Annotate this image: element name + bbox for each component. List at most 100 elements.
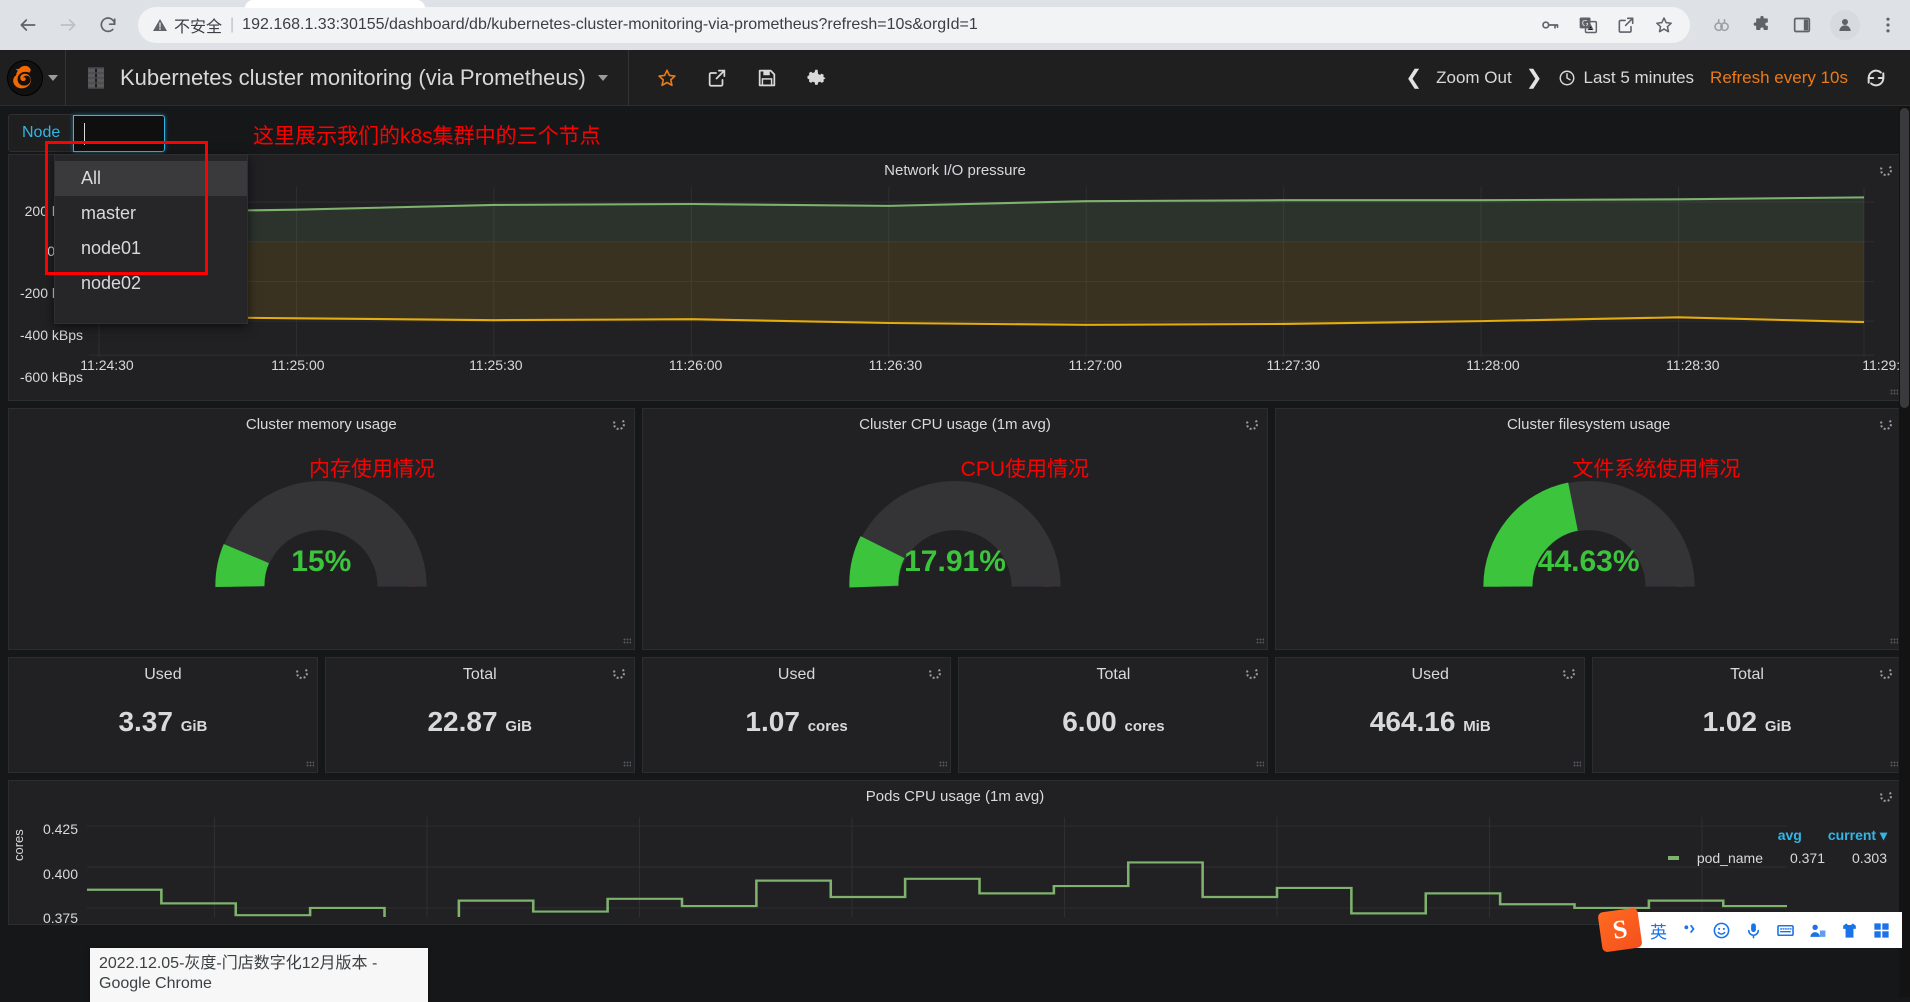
panel-resize-handle[interactable]: [1890, 761, 1898, 769]
refresh-interval-label[interactable]: Refresh every 10s: [1710, 68, 1848, 88]
stat-value: 1.07 cores: [643, 706, 951, 738]
save-icon: [756, 67, 778, 89]
time-shift-forward-icon[interactable]: ❯: [1526, 68, 1543, 88]
legend-col-avg[interactable]: avg: [1778, 827, 1802, 844]
stat-title: Used: [1276, 658, 1584, 684]
browser-menu-button[interactable]: [1876, 13, 1900, 37]
chevron-down-icon[interactable]: [48, 75, 58, 81]
time-range-picker[interactable]: Last 5 minutes: [1558, 68, 1694, 88]
panel-resize-handle[interactable]: [1256, 761, 1264, 769]
pods-legend[interactable]: avg current ▾ pod_name 0.371 0.303: [1668, 827, 1887, 866]
panel-cluster-filesystem-usage[interactable]: Cluster filesystem usage 44.63% 文件系统使用情况: [1275, 408, 1902, 650]
panel-cpu-used[interactable]: Used 1.07 cores: [642, 657, 952, 773]
x-tick: 11:24:30: [80, 357, 133, 373]
page-scrollbar[interactable]: [1899, 106, 1910, 997]
legend-col-current[interactable]: current ▾: [1828, 827, 1887, 844]
forward-arrow-icon: [58, 15, 78, 35]
time-shift-back-icon[interactable]: ❮: [1405, 68, 1422, 88]
share-icon: [706, 67, 728, 89]
variable-option-node02[interactable]: node02: [55, 266, 247, 301]
panel-resize-handle[interactable]: [623, 761, 631, 769]
browser-tab-stub[interactable]: [245, 0, 425, 8]
stat-unit: MiB: [1463, 718, 1491, 735]
emoji-icon[interactable]: [1712, 921, 1731, 940]
panel-pods-cpu-usage[interactable]: Pods CPU usage (1m avg) 0.425 0.400 0.37…: [8, 780, 1902, 925]
translate-button[interactable]: G: [1576, 13, 1600, 37]
loading-spinner-icon: [613, 667, 625, 679]
time-range-label: Last 5 minutes: [1583, 68, 1694, 88]
panel-resize-handle[interactable]: [1573, 761, 1581, 769]
punctuation-icon[interactable]: [1680, 921, 1699, 940]
legend-header[interactable]: avg current ▾: [1668, 827, 1887, 844]
share-dashboard-button[interactable]: [705, 66, 729, 90]
skin-icon[interactable]: [1840, 921, 1859, 940]
variable-input-node[interactable]: [73, 115, 165, 152]
panel-memory-used[interactable]: Used 3.37 GiB: [8, 657, 318, 773]
zoom-out-label[interactable]: Zoom Out: [1436, 68, 1512, 88]
profile-button[interactable]: [1830, 10, 1860, 40]
save-dashboard-button[interactable]: [755, 66, 779, 90]
network-chart[interactable]: 200 kBps 0 Bps -200 kBps -400 kBps -600 …: [9, 179, 1901, 379]
star-icon: [656, 67, 678, 89]
stat-title: Used: [9, 658, 317, 684]
share-button[interactable]: [1614, 13, 1638, 37]
ime-mode-toggle[interactable]: 英: [1650, 918, 1667, 943]
apps-icon[interactable]: [1872, 921, 1891, 940]
panel-cluster-memory-usage[interactable]: Cluster memory usage 15% 内存使用情况: [8, 408, 635, 650]
sogou-logo-icon[interactable]: S: [1597, 907, 1642, 952]
address-bar[interactable]: 不安全 | 192.168.1.33:30155/dashboard/db/ku…: [138, 7, 1690, 43]
keyboard-icon[interactable]: [1776, 921, 1795, 940]
reload-button[interactable]: [90, 7, 126, 43]
variable-option-node01[interactable]: node01: [55, 231, 247, 266]
stat-unit: GiB: [505, 718, 532, 735]
microphone-icon[interactable]: [1744, 921, 1763, 940]
key-icon: [1540, 15, 1560, 35]
panel-filesystem-total[interactable]: Total 1.02 GiB: [1592, 657, 1902, 773]
panel-resize-handle[interactable]: [306, 761, 314, 769]
dashboard-settings-button[interactable]: [805, 66, 829, 90]
rewards-button[interactable]: [1710, 13, 1734, 37]
user-icon[interactable]: [1808, 921, 1827, 940]
panel-resize-handle[interactable]: [939, 761, 947, 769]
chevron-down-icon[interactable]: [598, 75, 608, 81]
gauge-value-cpu: 17.91%: [904, 545, 1006, 579]
panel-resize-handle[interactable]: [1890, 389, 1898, 397]
pods-chart[interactable]: 0.425 0.400 0.375 cores: [9, 805, 1901, 915]
panel-filesystem-used[interactable]: Used 464.16 MiB: [1275, 657, 1585, 773]
legend-item[interactable]: pod_name 0.371 0.303: [1668, 850, 1887, 866]
stat-title: Used: [643, 658, 951, 684]
panel-resize-handle[interactable]: [1256, 638, 1264, 646]
legend-series-name[interactable]: pod_name: [1697, 850, 1763, 866]
insecure-indicator[interactable]: 不安全: [152, 13, 222, 37]
dashboard-title-block[interactable]: Kubernetes cluster monitoring (via Prome…: [66, 50, 629, 106]
star-dashboard-button[interactable]: [655, 66, 679, 90]
password-key-button[interactable]: [1538, 13, 1562, 37]
refresh-button[interactable]: [1864, 66, 1888, 90]
extensions-button[interactable]: [1750, 13, 1774, 37]
panel-network-io-pressure[interactable]: Network I/O pressure 200 kBps 0 Bps -200…: [8, 154, 1902, 401]
panel-resize-handle[interactable]: [623, 638, 631, 646]
page-title: Kubernetes cluster monitoring (via Prome…: [120, 65, 586, 91]
panel-cluster-cpu-usage[interactable]: Cluster CPU usage (1m avg) 17.91% CPU使用情…: [642, 408, 1269, 650]
template-variable-row: Node All master node01 node02 这里展示我们的k8s…: [0, 106, 1910, 154]
variable-option-master[interactable]: master: [55, 196, 247, 231]
star-icon: [1654, 15, 1674, 35]
stat-value: 3.37 GiB: [9, 706, 317, 738]
y-tick: 0.400: [43, 866, 78, 882]
grafana-home-button[interactable]: [0, 50, 66, 106]
zoom-out-controls[interactable]: ❮ Zoom Out ❯: [1405, 68, 1542, 88]
side-panel-button[interactable]: [1790, 13, 1814, 37]
gauge-filesystem: 44.63% 文件系统使用情况: [1276, 433, 1901, 633]
bookmark-star-button[interactable]: [1652, 13, 1676, 37]
sogou-ime-toolbar[interactable]: S 英: [1608, 912, 1902, 948]
panel-memory-total[interactable]: Total 22.87 GiB: [325, 657, 635, 773]
forward-button[interactable]: [50, 7, 86, 43]
variable-option-all[interactable]: All: [55, 161, 247, 196]
back-arrow-icon: [18, 15, 38, 35]
variable-dropdown-menu[interactable]: All master node01 node02: [54, 154, 248, 324]
back-button[interactable]: [10, 7, 46, 43]
panel-cpu-total[interactable]: Total 6.00 cores: [958, 657, 1268, 773]
panel-resize-handle[interactable]: [1890, 638, 1898, 646]
puzzle-icon: [1752, 15, 1772, 35]
x-tick: 11:26:30: [869, 357, 922, 373]
